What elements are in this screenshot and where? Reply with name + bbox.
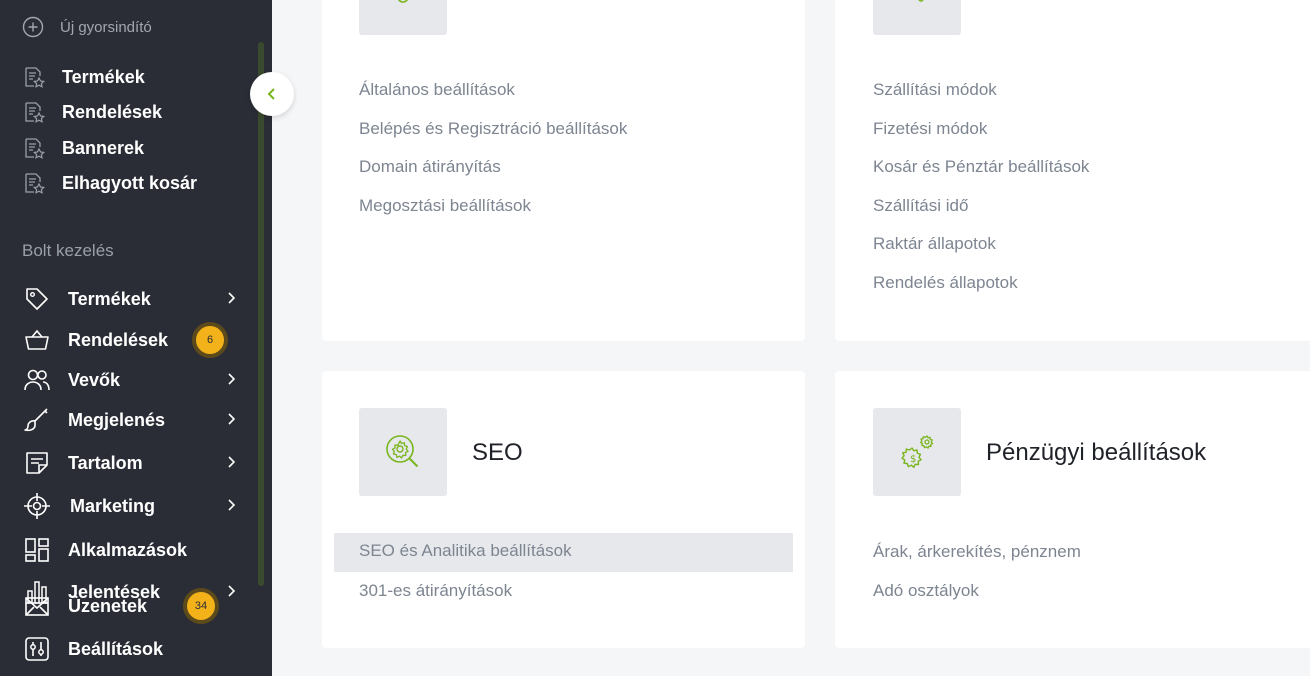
card-icon-box [359, 408, 447, 496]
chevron-left-icon [267, 88, 275, 100]
card-title-finance: Pénzügyi beállítások [986, 439, 1207, 466]
sliders-icon [22, 634, 52, 664]
nav-item-tartalom[interactable]: Tartalom [22, 449, 242, 477]
new-shortcut-label: Új gyorsindító [60, 18, 152, 36]
chevron-right-icon [228, 413, 236, 425]
brush-icon [22, 405, 52, 435]
nav-item-megjelenes[interactable]: Megjelenés [22, 406, 242, 434]
apps-grid-icon [22, 535, 52, 565]
shortcut-termekek[interactable]: Termékek [22, 65, 145, 89]
link-domain-atiranyitas[interactable]: Domain átirányítás [359, 157, 501, 177]
nav-label: Rendelések [68, 329, 169, 350]
link-altalanos-beallitasok[interactable]: Általános beállítások [359, 80, 515, 100]
link-arak-arkerekites[interactable]: Árak, árkerekítés, pénznem [873, 542, 1081, 562]
shortcut-label: Bannerek [62, 137, 145, 158]
sidebar: Új gyorsindító Termékek Rendelések Banne… [0, 0, 272, 676]
nav-label: Vevők [68, 369, 121, 390]
nav-item-beallitasok[interactable]: Beállítások [22, 635, 242, 663]
plus-circle-icon [22, 16, 44, 38]
note-icon [22, 448, 52, 478]
shortcut-elhagyott-kosar[interactable]: Elhagyott kosár [22, 171, 197, 195]
chevron-right-icon [228, 292, 236, 304]
link-ado-osztalyok[interactable]: Adó osztályok [873, 581, 979, 601]
card-icon-box [873, 0, 961, 35]
nav-item-marketing[interactable]: Marketing [22, 492, 242, 520]
card-title-seo: SEO [472, 439, 523, 466]
chevron-right-icon [228, 456, 236, 468]
nav-item-alkalmazasok[interactable]: Alkalmazások [22, 536, 242, 564]
shortcut-bannerek[interactable]: Bannerek [22, 136, 144, 160]
document-star-icon [25, 102, 46, 123]
document-star-icon [25, 67, 46, 88]
document-star-icon [25, 138, 46, 159]
users-icon [22, 365, 52, 395]
tag-icon [22, 284, 52, 314]
nav-item-vevok[interactable]: Vevők [22, 366, 242, 394]
envelope-icon [22, 591, 52, 621]
card-icon-box [359, 0, 447, 35]
gear-search-icon [386, 435, 419, 468]
nav-label: Beállítások [68, 638, 164, 659]
chevron-right-icon [228, 373, 236, 385]
gears-dollar-icon: $ [901, 435, 934, 468]
new-shortcut-button[interactable]: Új gyorsindító [22, 16, 152, 38]
card-finance-settings: $ Pénzügyi beállítások Árak, árkerekítés… [835, 371, 1310, 648]
link-raktar-allapotok[interactable]: Raktár állapotok [873, 234, 996, 254]
card-seo: SEO SEO és Analitika beállítások 301-es … [322, 371, 805, 648]
link-szallitasi-modok[interactable]: Szállítási módok [873, 80, 997, 100]
collapse-sidebar-button[interactable] [250, 72, 294, 116]
gears-icon [918, 0, 924, 2]
card-icon-box: $ [873, 408, 961, 496]
section-title-bolt-kezeles: Bolt kezelés [22, 241, 114, 260]
messages-count-badge: 34 [183, 588, 219, 624]
nav-item-termekek[interactable]: Termékek [22, 285, 242, 313]
target-icon [22, 491, 52, 521]
link-kosar-penztar[interactable]: Kosár és Pénztár beállítások [873, 157, 1089, 177]
shortcut-rendelesek[interactable]: Rendelések [22, 100, 162, 124]
svg-text:$: $ [910, 454, 916, 465]
card-general-settings: Általános beállítások Belépés és Regiszt… [322, 0, 805, 341]
link-megosztasi-beallitasok[interactable]: Megosztási beállítások [359, 196, 531, 216]
basket-icon [22, 325, 52, 355]
shortcut-label: Termékek [62, 66, 145, 87]
nav-label: Üzenetek [68, 595, 148, 616]
nav-label: Termékek [68, 288, 151, 309]
nav-label: Megjelenés [68, 409, 166, 430]
link-rendeles-allapotok[interactable]: Rendelés állapotok [873, 273, 1018, 293]
link-fizetesi-modok[interactable]: Fizetési módok [873, 119, 987, 139]
sidebar-scrollbar[interactable] [258, 42, 264, 586]
link-301-atiranyitasok[interactable]: 301-es átirányítások [359, 581, 512, 601]
link-belepes-regisztracio[interactable]: Belépés és Regisztráció beállítások [359, 119, 627, 139]
document-star-icon [25, 173, 46, 194]
shortcut-label: Elhagyott kosár [62, 172, 198, 193]
orders-count-badge: 6 [192, 322, 228, 358]
nav-label: Alkalmazások [68, 539, 188, 560]
link-szallitasi-ido[interactable]: Szállítási idő [873, 196, 968, 216]
shortcut-label: Rendelések [62, 101, 163, 122]
nav-label: Marketing [70, 495, 156, 516]
link-seo-analitika[interactable]: SEO és Analitika beállítások [334, 533, 793, 572]
card-shipping-settings: Szállítási módok Fizetési módok Kosár és… [835, 0, 1310, 341]
chevron-right-icon [228, 499, 236, 511]
nav-label: Tartalom [68, 452, 143, 473]
gear-icon [398, 0, 408, 3]
